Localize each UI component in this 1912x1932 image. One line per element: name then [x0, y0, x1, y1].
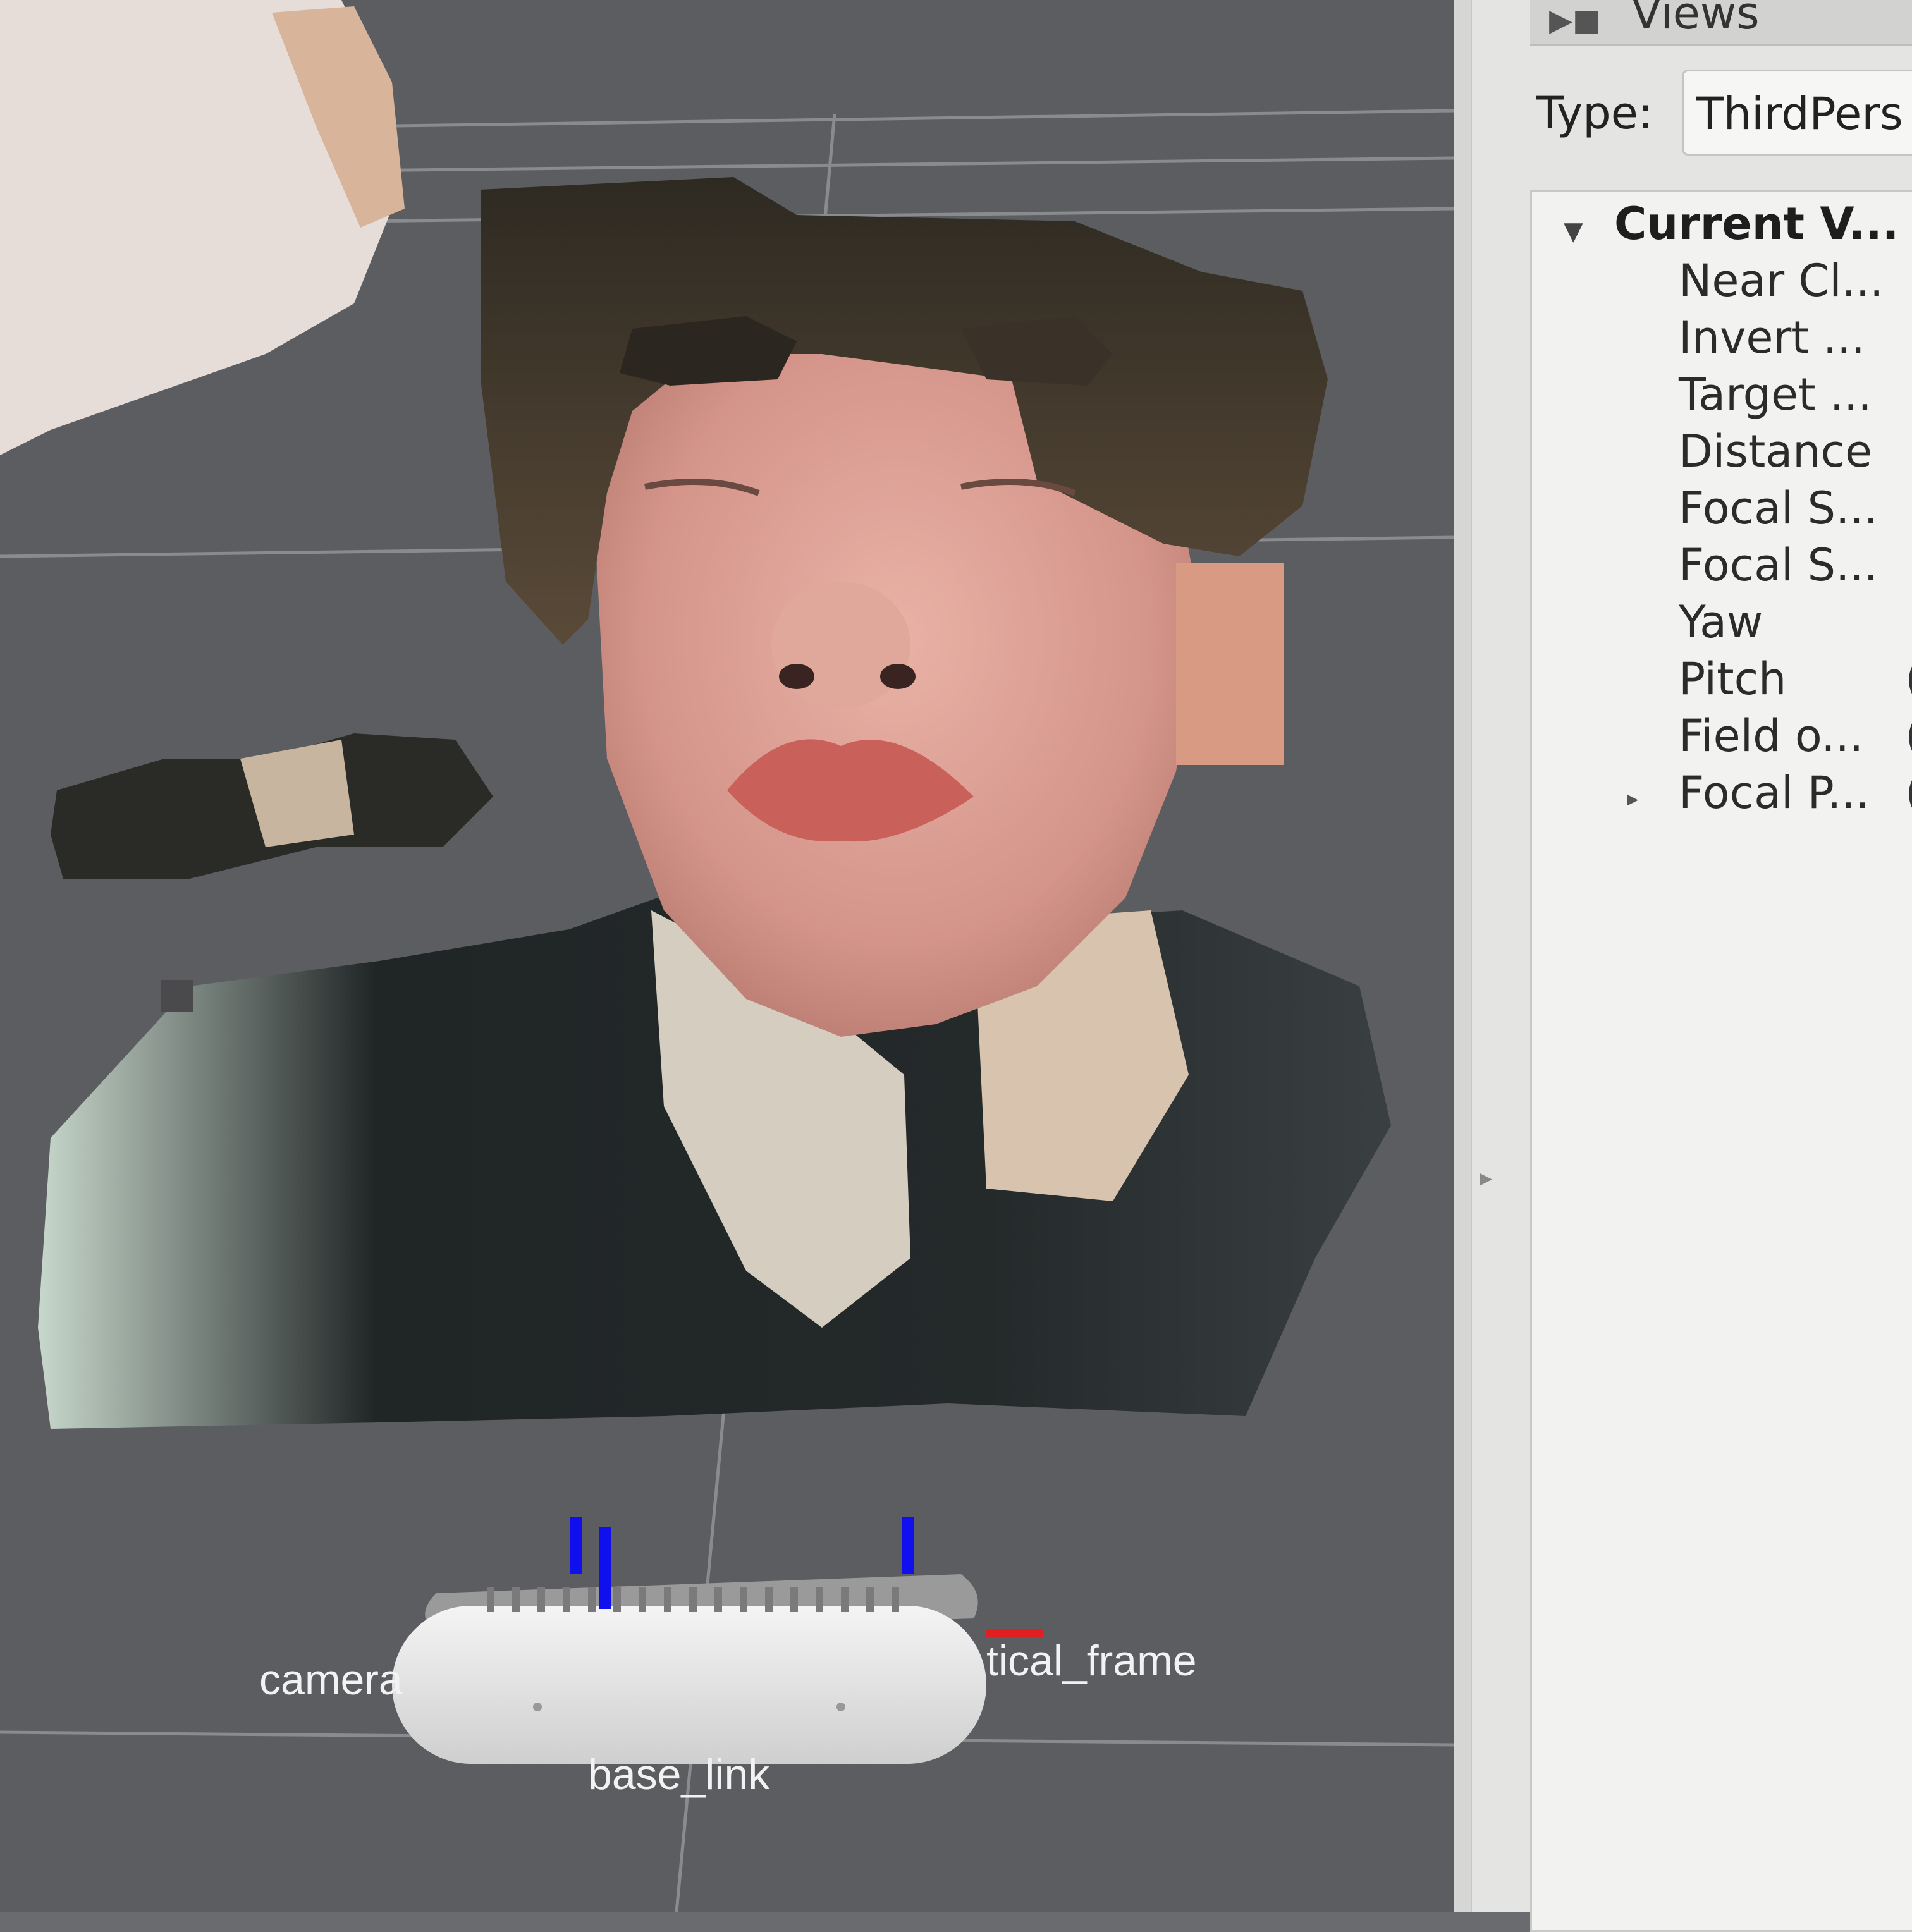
tf-axis-z-3 [902, 1517, 914, 1574]
view-type-select[interactable]: ThirdPers [1682, 70, 1912, 156]
panel-splitter[interactable] [1454, 0, 1472, 1912]
tf-axis-x [986, 1629, 1043, 1637]
tree-item[interactable]: Field o... [1679, 710, 1863, 762]
tree-item[interactable]: Target ... [1679, 369, 1872, 420]
nose [771, 582, 910, 708]
rviz-window: camera tical_frame base_link ▸ ▶■ Views … [0, 0, 1912, 1932]
tree-item[interactable]: Focal P... [1679, 767, 1870, 819]
views-header: ▶■ Views [1530, 0, 1912, 46]
views-panel: ▸ ▶■ Views Type: ThirdPers ▼ Current V..… [1454, 0, 1912, 1932]
views-title: Views [1631, 0, 1760, 39]
view-properties-tree[interactable]: ▼ Current V... Near Cl... Invert ... Tar… [1530, 190, 1912, 1932]
tree-item[interactable]: Distance [1679, 425, 1872, 477]
expand-arrow-icon[interactable]: ▸ [1627, 786, 1638, 812]
tree-item[interactable]: Yaw [1679, 596, 1763, 648]
frame-label-camera: camera [259, 1656, 403, 1704]
tree-item-value[interactable]: ( [1905, 653, 1912, 705]
frame-label-base-link: base_link [588, 1751, 770, 1799]
tree-item-value[interactable]: ( [1905, 767, 1912, 819]
tree-item[interactable]: Pitch [1679, 653, 1786, 705]
collapse-arrow-icon[interactable]: ▸ [1480, 1163, 1492, 1192]
3d-viewport[interactable]: camera tical_frame base_link [0, 0, 1454, 1912]
tree-item[interactable]: Focal S... [1679, 539, 1878, 591]
type-label: Type: [1536, 87, 1653, 139]
frame-label-optical-frame: tical_frame [986, 1637, 1197, 1685]
tree-item[interactable]: Near Cl... [1679, 255, 1884, 307]
view-type-value: ThirdPers [1696, 88, 1903, 140]
camera-icon: ▶■ [1549, 3, 1602, 38]
tf-axis-z-1 [570, 1517, 582, 1574]
tree-item[interactable]: Invert ... [1679, 312, 1865, 364]
tree-item-value[interactable]: ( [1905, 710, 1912, 762]
point-cloud-scene[interactable]: camera tical_frame base_link [0, 0, 1454, 1912]
tree-root-current-view[interactable]: Current V... [1614, 198, 1899, 250]
tree-item[interactable]: Focal S... [1679, 482, 1878, 534]
tf-axis-z-2 [599, 1527, 611, 1609]
expand-arrow-icon[interactable]: ▼ [1564, 217, 1583, 246]
camera-device-model [392, 1574, 986, 1764]
